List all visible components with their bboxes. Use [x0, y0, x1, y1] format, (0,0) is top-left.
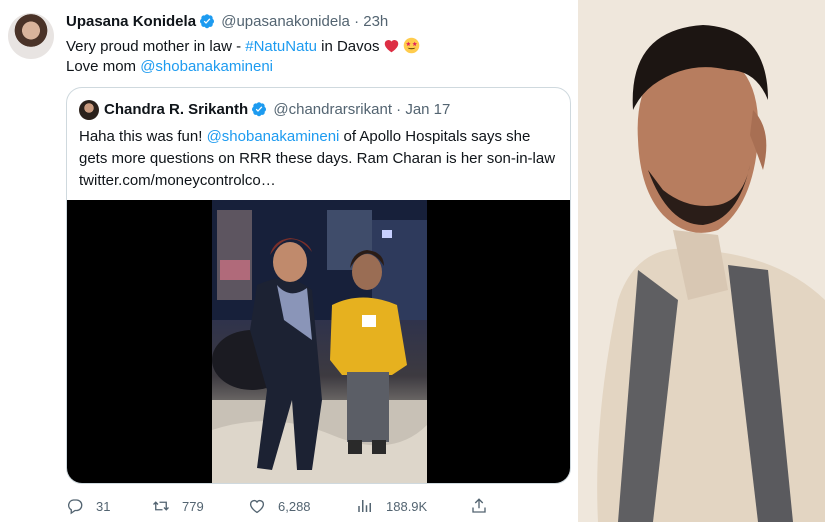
video-scene-image: [212, 200, 427, 483]
retweet-count: 779: [182, 498, 204, 514]
like-icon: [249, 499, 265, 514]
portrait-image: [578, 0, 825, 522]
quoted-tweet-header: Chandra R. Srikanth @chandrarsrikant · J…: [104, 100, 450, 120]
tweet-time[interactable]: 23h: [363, 13, 388, 30]
separator-dot: ·: [354, 13, 360, 30]
quoted-author-avatar[interactable]: [79, 100, 99, 120]
quoted-tweet[interactable]: Chandra R. Srikanth @chandrarsrikant · J…: [66, 87, 571, 484]
quoted-tweet-date[interactable]: Jan 17: [405, 101, 450, 118]
tweet-actions: 31 779 6,288 188.9K: [66, 495, 571, 519]
tweet-card[interactable]: Upasana Konidela @upasanakonidela · 23h …: [0, 0, 578, 522]
verified-badge-icon: [200, 14, 215, 29]
quoted-author-handle[interactable]: @chandrarsrikant: [273, 101, 392, 118]
quoted-author-name[interactable]: Chandra R. Srikanth: [104, 101, 248, 118]
side-photo: [578, 0, 825, 522]
tweet-header: Upasana Konidela @upasanakonidela · 23h: [66, 12, 388, 32]
video-player[interactable]: [67, 200, 570, 483]
quoted-link-text[interactable]: twitter.com/moneycontrolco…: [79, 170, 559, 192]
video-frame: [212, 200, 427, 483]
like-count: 6,288: [278, 498, 311, 514]
reply-count: 31: [96, 498, 111, 514]
separator-dot: ·: [396, 101, 402, 118]
retweet-button[interactable]: 779: [152, 497, 204, 515]
tweet-text-line1: Very proud mother in law - #NatuNatu in …: [66, 37, 566, 57]
views-count: 188.9K: [386, 498, 428, 514]
verified-badge-icon: [252, 102, 267, 117]
quoted-tweet-text: Haha this was fun! @shobanakamineni of A…: [79, 126, 559, 192]
like-button[interactable]: 6,288: [248, 497, 311, 515]
reply-button[interactable]: 31: [66, 497, 110, 515]
author-handle[interactable]: @upasanakonidela: [221, 13, 350, 30]
heart-emoji-icon: [384, 40, 398, 53]
quoted-mention-link[interactable]: @shobanakamineni: [207, 128, 340, 145]
author-name[interactable]: Upasana Konidela: [66, 13, 196, 30]
author-avatar[interactable]: [8, 13, 54, 59]
tweet-text: Very proud mother in law - #NatuNatu in …: [66, 37, 566, 77]
views-icon: [358, 500, 371, 512]
share-button[interactable]: [470, 497, 500, 515]
mention-link[interactable]: @shobanakamineni: [140, 58, 273, 75]
share-icon: [472, 498, 486, 513]
views-button[interactable]: 188.9K: [356, 497, 427, 515]
star-struck-emoji-icon: [403, 37, 419, 54]
hashtag-link[interactable]: #NatuNatu: [245, 38, 317, 55]
tweet-text-line2: Love mom @shobanakamineni: [66, 58, 274, 75]
retweet-icon: [153, 501, 169, 511]
reply-icon: [68, 499, 83, 515]
